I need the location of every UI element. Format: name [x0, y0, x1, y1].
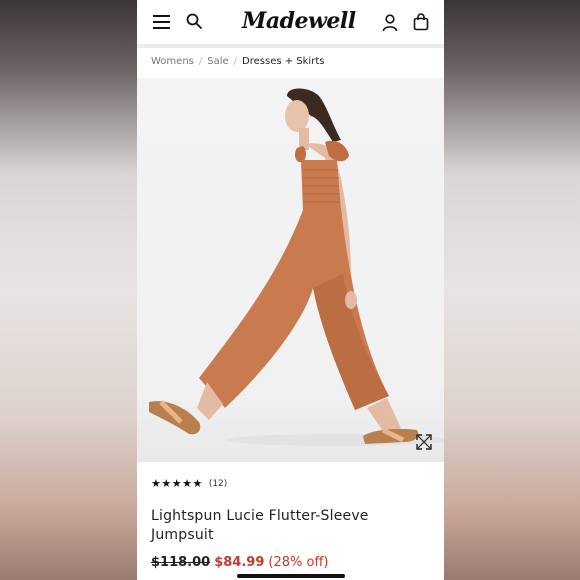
hamburger-menu-icon[interactable]	[153, 15, 170, 29]
review-count[interactable]: (12)	[209, 479, 227, 489]
site-header: Madewell	[137, 0, 444, 48]
home-indicator-bar	[237, 574, 345, 578]
product-photo-jumpsuit	[149, 88, 444, 446]
product-image-gallery[interactable]	[137, 78, 444, 462]
sale-price: $84.99	[214, 555, 265, 570]
breadcrumb-separator: /	[233, 56, 238, 67]
expand-icon[interactable]	[416, 434, 432, 450]
breadcrumb: Womens / Sale / Dresses + Skirts	[151, 55, 324, 69]
blurred-background-left	[0, 0, 137, 580]
product-title: Lightspun Lucie Flutter-Sleeve Jumpsuit	[151, 508, 369, 543]
product-page: Madewell Womens / Sale / Dresses + Skirts	[137, 0, 444, 580]
product-price: $118.00 $84.99 (28% off)	[151, 553, 328, 573]
shopping-bag-icon[interactable]	[413, 13, 429, 31]
carousel-dots[interactable]	[267, 454, 312, 458]
star-rating-icons: ★★★★★	[151, 477, 203, 490]
discount-percent: (28% off)	[268, 555, 329, 570]
breadcrumb-separator: /	[198, 56, 203, 67]
breadcrumb-womens[interactable]: Womens	[151, 56, 194, 67]
search-icon[interactable]	[186, 13, 202, 29]
product-rating[interactable]: ★★★★★ (12)	[151, 477, 227, 491]
original-price: $118.00	[151, 555, 211, 570]
account-icon[interactable]	[382, 14, 398, 32]
madewell-logo[interactable]: Madewell	[242, 7, 356, 35]
breadcrumb-sale[interactable]: Sale	[207, 56, 228, 67]
breadcrumb-dresses-skirts[interactable]: Dresses + Skirts	[242, 56, 324, 67]
blurred-background-right	[444, 0, 580, 580]
